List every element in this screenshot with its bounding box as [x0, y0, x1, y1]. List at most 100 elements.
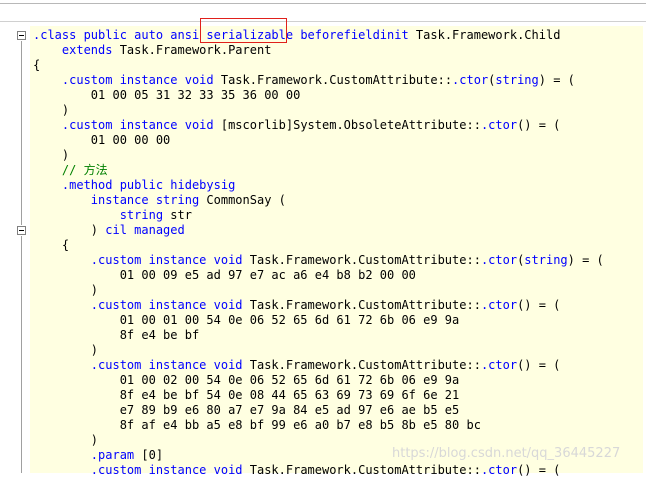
text-token: 01 00 01 00 54 0e 06 52 65 6d 61 72 6b 0…	[33, 313, 460, 327]
text-token: )	[33, 433, 99, 447]
keyword-token: instance string	[90, 193, 200, 207]
code-line[interactable]: )	[33, 433, 98, 448]
text-token: 8f e4 be bf 54 0e 08 44 65 63 69 73 69 6…	[33, 388, 460, 402]
keyword-token: string	[524, 253, 568, 267]
code-line[interactable]: 01 00 02 00 54 0e 06 52 65 6d 61 72 6b 0…	[33, 373, 460, 388]
code-line[interactable]: 01 00 09 e5 ad 97 e7 ac a6 e4 b8 b2 00 0…	[33, 268, 416, 283]
code-line[interactable]: )	[33, 343, 98, 358]
text-token: Task.Framework.Parent	[112, 43, 272, 57]
keyword-token: .ctor	[480, 253, 518, 267]
keyword-token: string	[119, 208, 164, 222]
fold-collapse-icon[interactable]	[17, 31, 26, 40]
code-line[interactable]: e7 89 b9 e6 80 a7 e7 9a 84 e5 ad 97 e6 a…	[33, 403, 460, 418]
text-token: 01 00 00 00	[33, 133, 171, 147]
text-token: 8f e4 be bf	[33, 328, 200, 342]
serializable-highlight-box	[200, 18, 287, 43]
code-line[interactable]: )	[33, 283, 98, 298]
keyword-token: .ctor	[480, 358, 518, 372]
text-token: str	[163, 208, 192, 222]
text-token: Task.Framework.Child	[415, 28, 561, 42]
text-token: [mscorlib]System.ObsoleteAttribute::	[213, 118, 481, 132]
code-line[interactable]: 01 00 01 00 54 0e 06 52 65 6d 61 72 6b 0…	[33, 313, 460, 328]
code-line[interactable]: .custom instance void Task.Framework.Cus…	[33, 253, 604, 268]
text-token: Task.Framework.CustomAttribute::	[242, 253, 481, 267]
text-token: )	[33, 283, 99, 297]
keyword-token: .ctor	[480, 463, 518, 477]
text-token: Task.Framework.CustomAttribute::	[213, 73, 453, 87]
code-line[interactable]: extends Task.Framework.Parent	[33, 43, 272, 58]
code-line[interactable]: .class public auto ansi serializable bef…	[33, 28, 560, 43]
code-line[interactable]: 01 00 00 00	[33, 133, 170, 148]
keyword-token: extends	[61, 43, 113, 57]
code-line[interactable]: ) cil managed	[33, 223, 185, 238]
code-line[interactable]: 8f e4 be bf 54 0e 08 44 65 63 69 73 69 6…	[33, 388, 460, 403]
code-line[interactable]: 01 00 05 31 32 33 35 36 00 00	[33, 88, 301, 103]
code-line[interactable]: .custom instance void Task.Framework.Cus…	[33, 463, 561, 478]
code-line[interactable]: string str	[33, 208, 192, 223]
editor-gutter	[0, 26, 30, 473]
top-divider	[0, 21, 646, 22]
text-token: CommonSay (	[199, 193, 286, 207]
keyword-token: .ctor	[480, 118, 518, 132]
keyword-token: beforefieldinit	[293, 28, 416, 42]
text-token: () = (	[517, 298, 561, 312]
code-line[interactable]: .param [0]	[33, 448, 163, 463]
window-top-strip	[0, 0, 646, 26]
text-token: 8f af e4 bb a5 e8 bf 99 e6 a0 b7 e8 b5 8…	[33, 418, 481, 432]
keyword-token: .method public hidebysig	[61, 178, 236, 192]
text-token: )	[33, 223, 106, 237]
keyword-token: .custom instance void	[90, 463, 243, 477]
keyword-token: .custom instance void	[61, 73, 214, 87]
text-token: [0]	[134, 448, 164, 462]
code-line[interactable]: .custom instance void Task.Framework.Cus…	[33, 298, 561, 313]
text-token: () = (	[517, 118, 561, 132]
text-token: )	[33, 148, 70, 162]
code-line[interactable]: {	[33, 58, 40, 73]
keyword-token: .ctor	[480, 298, 518, 312]
keyword-token: .class public auto ansi	[33, 28, 207, 42]
code-line[interactable]: 8f e4 be bf	[33, 328, 199, 343]
comment-token: // 方法	[33, 163, 108, 177]
code-line[interactable]: .custom instance void Task.Framework.Cus…	[33, 358, 561, 373]
code-line[interactable]: // 方法	[33, 163, 108, 178]
text-token: {	[33, 238, 70, 252]
text-token: {	[33, 58, 41, 72]
keyword-token: .custom instance void	[90, 253, 243, 267]
code-line[interactable]: instance string CommonSay (	[33, 193, 286, 208]
keyword-token: cil managed	[105, 223, 185, 237]
keyword-token: .custom instance void	[90, 298, 243, 312]
top-border	[0, 3, 646, 4]
code-line[interactable]: 8f af e4 bb a5 e8 bf 99 e6 a0 b7 e8 b5 8…	[33, 418, 481, 433]
code-line[interactable]: )	[33, 148, 69, 163]
text-token: 01 00 05 31 32 33 35 36 00 00	[33, 88, 301, 102]
keyword-token: .custom instance void	[90, 358, 243, 372]
code-line[interactable]: .custom instance void [mscorlib]System.O…	[33, 118, 561, 133]
text-token: ) = (	[538, 73, 575, 87]
keyword-token: .ctor	[452, 73, 489, 87]
text-token: Task.Framework.CustomAttribute::	[242, 463, 481, 477]
fold-guide-line	[21, 41, 22, 225]
code-line[interactable]: .method public hidebysig	[33, 178, 235, 193]
fold-guide-line	[21, 236, 22, 473]
watermark-text: https://blog.csdn.net/qq_36445227	[392, 446, 621, 461]
code-line[interactable]: )	[33, 103, 69, 118]
text-token: ) = (	[567, 253, 604, 267]
text-token: e7 89 b9 e6 80 a7 e7 9a 84 e5 ad 97 e6 a…	[33, 403, 460, 417]
fold-collapse-icon[interactable]	[17, 226, 26, 235]
text-token: () = (	[517, 358, 561, 372]
code-line[interactable]: .custom instance void Task.Framework.Cus…	[33, 73, 575, 88]
text-token: 01 00 09 e5 ad 97 e7 ac a6 e4 b8 b2 00 0…	[33, 268, 416, 282]
code-line[interactable]: {	[33, 238, 69, 253]
text-token: () = (	[517, 463, 561, 477]
